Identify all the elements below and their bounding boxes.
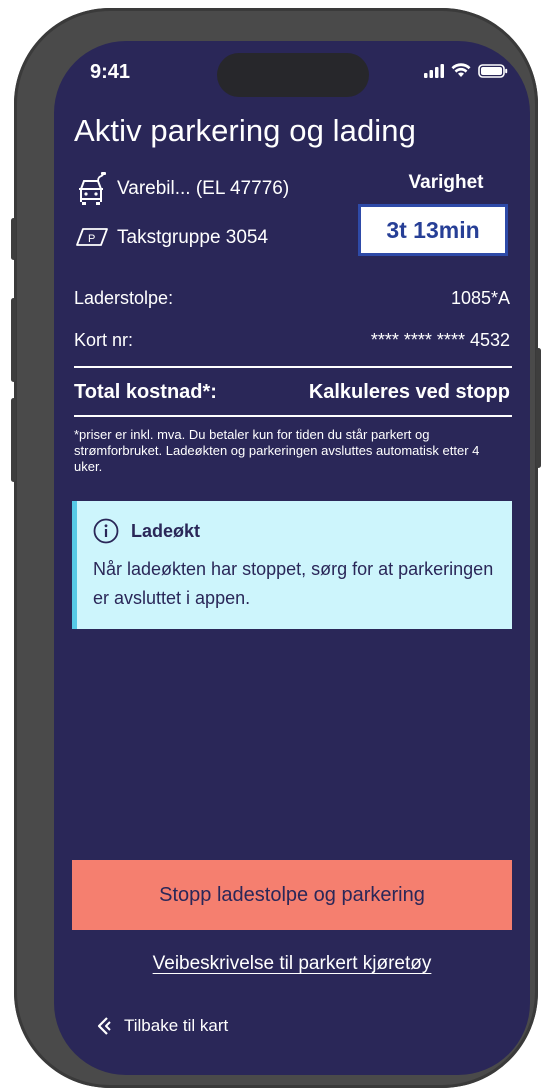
cellular-signal-icon (424, 63, 444, 78)
vehicle-label: Varebil... (EL 47776) (117, 178, 290, 199)
wifi-icon (451, 63, 471, 77)
card-label: Kort nr: (74, 330, 134, 350)
directions-link[interactable]: Veibeskrivelse til parkert kjøretøy (54, 953, 530, 975)
chevron-left-icon (97, 1017, 111, 1035)
card-value: **** **** **** 4532 (370, 330, 510, 350)
svg-text:P: P (88, 233, 95, 245)
electric-van-icon (79, 172, 106, 205)
dynamic-island (217, 53, 369, 97)
info-text: Når ladeøkten har stoppet, sørg for at p… (93, 559, 494, 608)
info-icon (93, 518, 119, 544)
parking-sign-icon: P (76, 228, 108, 246)
total-label: Total kostnad*: (74, 381, 217, 403)
tariff-group-label: Takstgruppe 3054 (117, 227, 269, 248)
volume-down-button (11, 398, 16, 482)
status-icons (424, 63, 508, 78)
charger-value: 1085*A (450, 288, 510, 308)
price-footnote: *priser er inkl. mva. Du betaler kun for… (74, 427, 480, 474)
volume-up-button (11, 298, 16, 382)
divider-top (74, 366, 512, 368)
duration-value: 3t 13min (358, 204, 508, 256)
charger-label: Laderstolpe: (74, 288, 174, 308)
status-time: 9:41 (90, 61, 131, 83)
duration-label: Varighet (408, 172, 484, 193)
info-title: Ladeøkt (131, 521, 201, 541)
phone-frame: 9:41 Aktiv parkering og lading Varebil..… (11, 8, 541, 1088)
app-screen: 9:41 Aktiv parkering og lading Varebil..… (54, 41, 530, 1075)
power-button (536, 348, 541, 468)
page-title: Aktiv parkering og lading (74, 113, 416, 148)
stop-charging-parking-button[interactable]: Stopp ladestolpe og parkering (72, 860, 512, 930)
charging-info-box: Ladeøkt Når ladeøkten har stoppet, sørg … (72, 501, 512, 629)
divider-bottom (74, 415, 512, 417)
back-to-map-link[interactable]: Tilbake til kart (96, 1016, 228, 1036)
total-value: Kalkuleres ved stopp (308, 381, 510, 403)
battery-icon (478, 63, 508, 78)
mute-switch (11, 218, 16, 260)
back-to-map-label: Tilbake til kart (124, 1016, 229, 1035)
